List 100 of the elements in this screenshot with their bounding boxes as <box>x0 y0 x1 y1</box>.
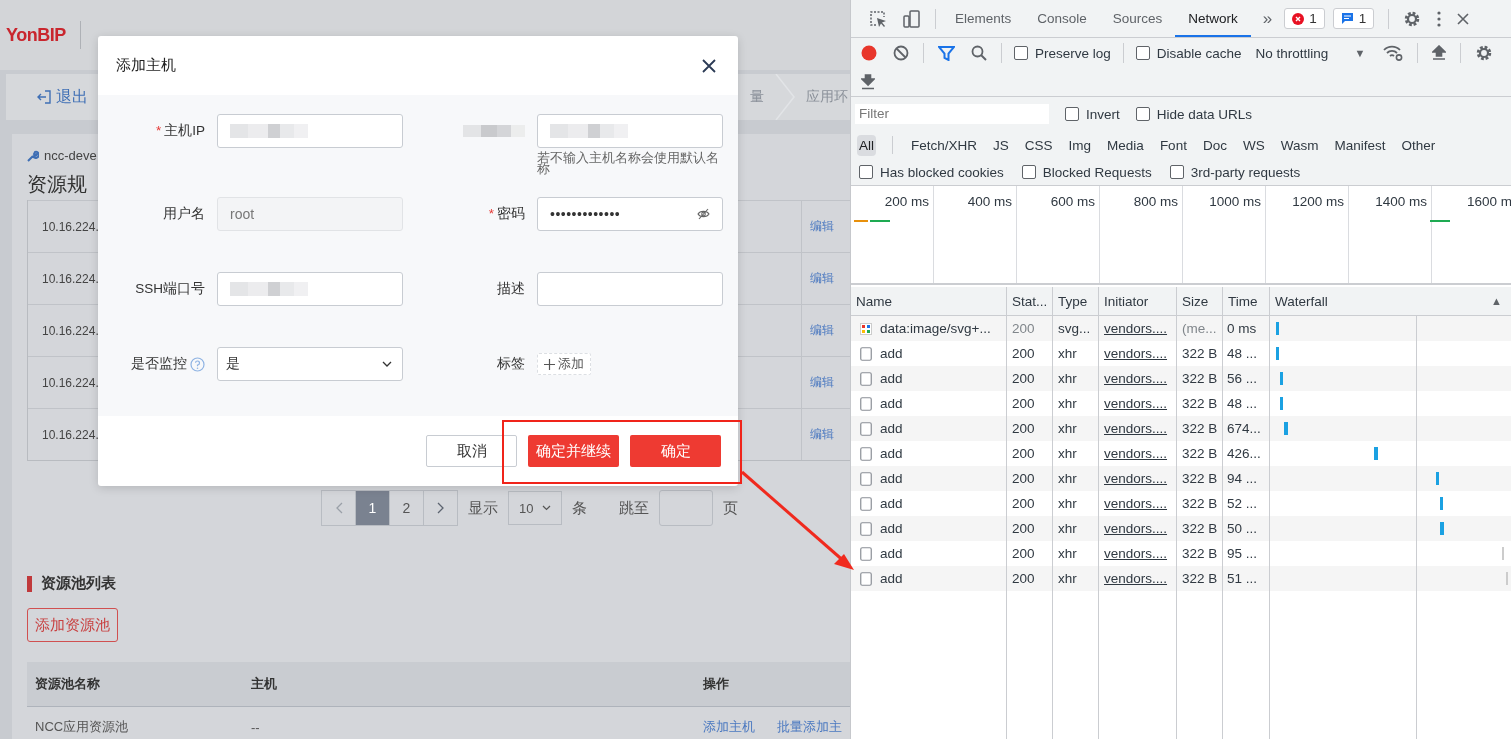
initiator-link[interactable]: vendors.... <box>1104 446 1168 461</box>
checkbox-label: Invert <box>1086 106 1120 122</box>
initiator-link[interactable]: vendors.... <box>1104 371 1168 386</box>
request-name[interactable]: add <box>880 571 903 586</box>
more-tabs-button[interactable]: » <box>1250 8 1285 29</box>
add-tag-button[interactable]: 添加 <box>537 353 591 375</box>
type-filter-button[interactable]: Media <box>1105 134 1146 156</box>
column-header[interactable]: Name <box>851 287 1007 315</box>
device-icon[interactable] <box>903 9 921 28</box>
request-name[interactable]: add <box>880 421 903 436</box>
clear-icon[interactable] <box>893 45 909 61</box>
password-field[interactable]: ••••••••••••• <box>537 197 723 231</box>
devtools-tab[interactable]: Sources <box>1099 0 1176 37</box>
dialog-button[interactable]: 确定 <box>630 435 721 467</box>
initiator-link[interactable]: vendors.... <box>1104 496 1168 511</box>
section-title: 资源池列表 <box>41 574 116 593</box>
input-field[interactable] <box>537 272 723 306</box>
checkbox[interactable] <box>1065 107 1079 121</box>
throttling-select[interactable]: No throttling <box>1255 45 1329 61</box>
type-filter-button[interactable]: Wasm <box>1278 134 1321 156</box>
request-name[interactable]: add <box>880 371 903 386</box>
download-icon[interactable] <box>861 74 875 90</box>
request-name[interactable]: add <box>880 521 903 536</box>
type-filter-button[interactable]: Other <box>1399 134 1438 156</box>
select-field[interactable]: 是 <box>217 347 403 381</box>
initiator-link[interactable]: vendors.... <box>1104 471 1168 486</box>
column-header[interactable]: Waterfall ▲ <box>1270 287 1511 315</box>
type-filter-button[interactable]: All <box>857 134 876 156</box>
table-cell: 322 B <box>1177 566 1223 591</box>
type-filter-button[interactable]: Img <box>1066 134 1094 156</box>
search-icon[interactable] <box>971 45 987 61</box>
more-options-icon[interactable] <box>1437 10 1442 27</box>
checkbox[interactable] <box>1014 46 1028 60</box>
field-label: 用户名 <box>163 205 205 223</box>
table-cell: 200 <box>1007 566 1053 591</box>
initiator-link[interactable]: vendors.... <box>1104 321 1168 336</box>
request-name[interactable]: add <box>880 396 903 411</box>
upload-icon[interactable] <box>1432 45 1447 61</box>
record-icon[interactable] <box>861 45 877 61</box>
eye-off-icon[interactable] <box>697 208 710 220</box>
column-header[interactable]: Initiator <box>1099 287 1177 315</box>
settings-icon[interactable] <box>1475 44 1494 62</box>
field-label: 描述 <box>497 280 525 298</box>
checkbox[interactable] <box>1135 107 1150 121</box>
input-field[interactable] <box>217 272 403 306</box>
request-name[interactable]: add <box>880 446 903 461</box>
request-name[interactable]: add <box>880 546 903 561</box>
filter-field[interactable]: Filter <box>855 104 1049 124</box>
sort-indicator[interactable]: ▲ <box>1491 295 1502 307</box>
breadcrumb[interactable]: ncc-deve <box>44 148 97 163</box>
initiator-link[interactable]: vendors.... <box>1104 421 1168 436</box>
initiator-link[interactable]: vendors.... <box>1104 521 1168 536</box>
table-cell: xhr <box>1053 466 1099 491</box>
devtools-tab[interactable]: Console <box>1024 0 1100 37</box>
input-field[interactable] <box>537 114 723 148</box>
checkbox[interactable] <box>1135 46 1150 60</box>
settings-icon[interactable] <box>1403 9 1422 28</box>
network-settings-icon[interactable] <box>1383 45 1404 61</box>
type-filter-button[interactable]: Manifest <box>1332 134 1388 156</box>
type-filter-button[interactable]: JS <box>991 134 1011 156</box>
close-icon[interactable] <box>702 58 716 73</box>
request-name[interactable]: add <box>880 346 903 361</box>
checkbox[interactable] <box>1021 165 1036 179</box>
input-field[interactable] <box>217 114 403 148</box>
type-filter-button[interactable]: Doc <box>1200 134 1229 156</box>
page-button[interactable]: 2 <box>389 490 424 526</box>
page-size-select[interactable]: 10 <box>508 491 562 525</box>
type-filter-button[interactable]: WS <box>1240 134 1267 156</box>
document-icon <box>860 546 872 561</box>
request-name[interactable]: add <box>880 496 903 511</box>
table-cell-text: 10.16.224. <box>41 323 99 338</box>
column-header[interactable]: Size <box>1177 287 1223 315</box>
inspect-icon[interactable] <box>869 9 887 28</box>
error-badge[interactable]: 1 <box>1284 8 1325 29</box>
filter-icon[interactable] <box>938 45 955 61</box>
request-name[interactable]: data:image/svg+... <box>880 321 991 336</box>
throttling-caret[interactable]: ▼ <box>1354 47 1366 59</box>
waterfall-bar <box>1276 347 1279 360</box>
type-filter-button[interactable]: Fetch/XHR <box>909 134 980 156</box>
dialog-button[interactable]: 确定并继续 <box>528 435 619 467</box>
tick-label: 600 ms <box>1050 194 1095 209</box>
type-filter-button[interactable]: Font <box>1157 134 1189 156</box>
initiator-link[interactable]: vendors.... <box>1104 346 1168 361</box>
close-icon[interactable] <box>1457 12 1470 25</box>
dialog-button[interactable]: 取消 <box>426 435 517 467</box>
exit-button[interactable]: 退出 <box>6 86 88 108</box>
initiator-link[interactable]: vendors.... <box>1104 546 1168 561</box>
page-button[interactable]: 1 <box>355 490 390 526</box>
checkbox[interactable] <box>1169 165 1184 179</box>
devtools-tab[interactable]: Elements <box>942 0 1025 37</box>
initiator-link[interactable]: vendors.... <box>1104 396 1168 411</box>
jump-input[interactable] <box>659 490 713 526</box>
checkbox[interactable] <box>859 165 873 179</box>
column-header[interactable]: Stat... <box>1007 287 1053 315</box>
column-header[interactable]: Type <box>1053 287 1099 315</box>
message-badge[interactable]: 1 <box>1332 8 1375 29</box>
type-filter-button[interactable]: CSS <box>1022 134 1055 156</box>
initiator-link[interactable]: vendors.... <box>1104 571 1168 586</box>
request-name[interactable]: add <box>880 471 903 486</box>
column-header[interactable]: Time <box>1223 287 1270 315</box>
